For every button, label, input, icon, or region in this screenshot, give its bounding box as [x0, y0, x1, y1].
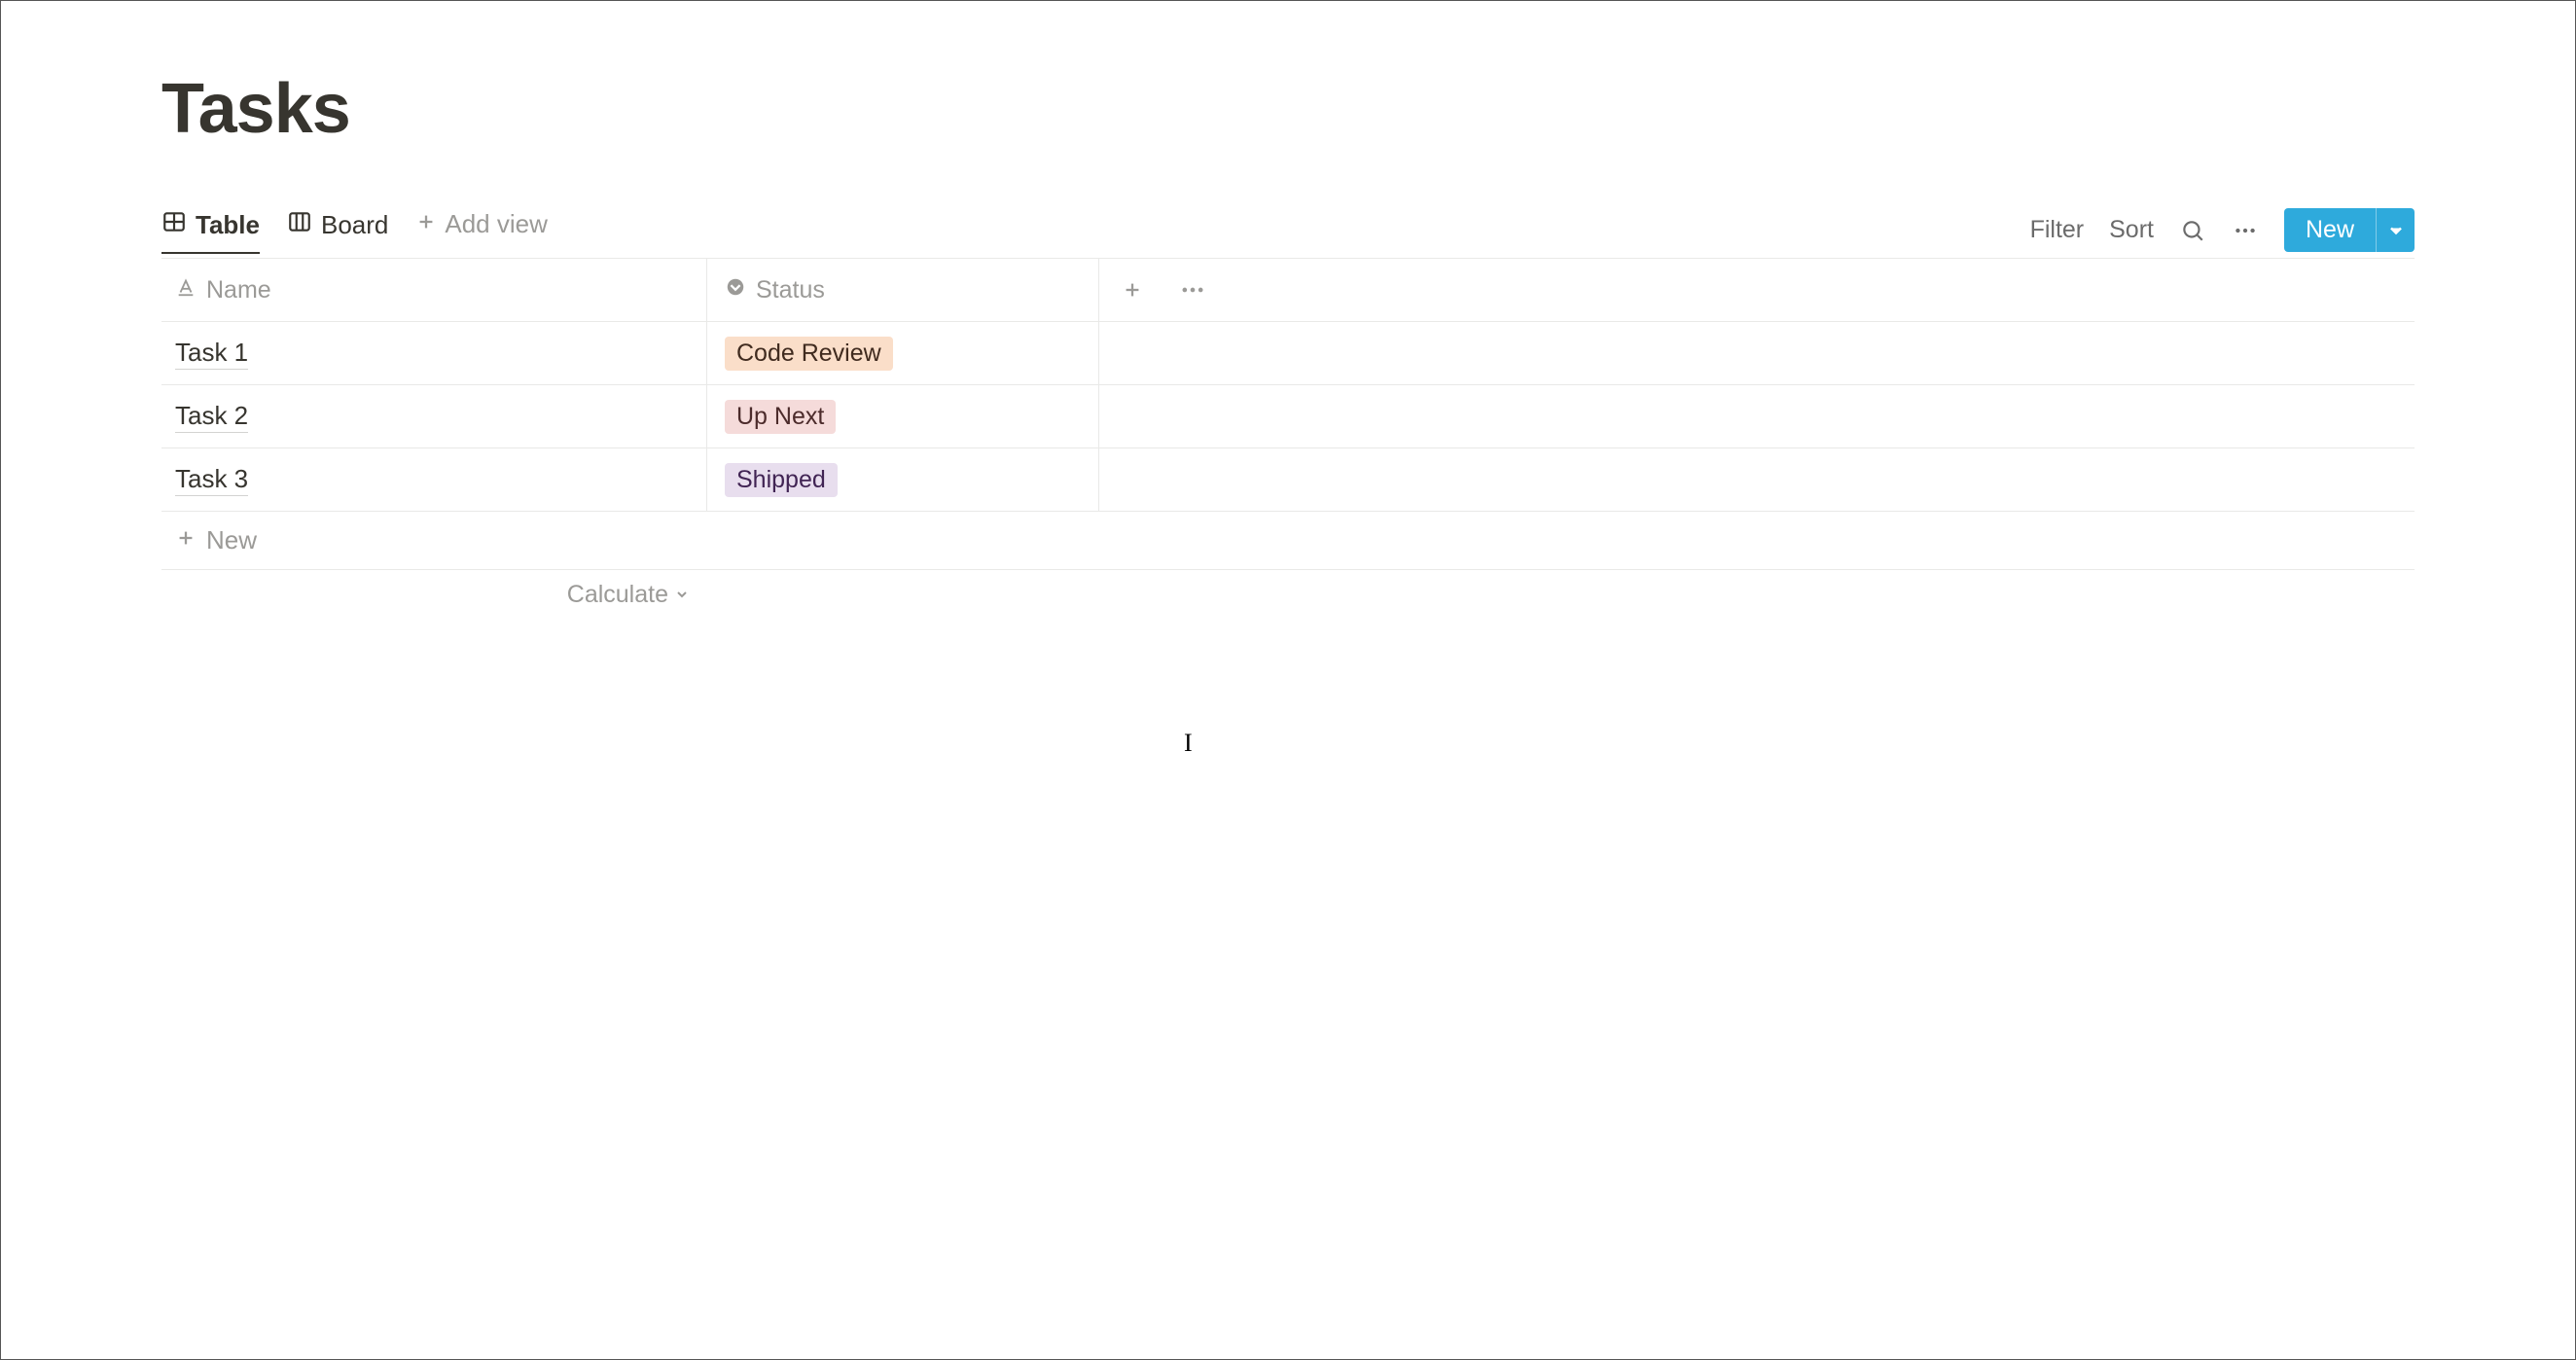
new-row-label: New: [206, 525, 257, 555]
chevron-down-icon: [674, 581, 690, 609]
column-status-label: Status: [756, 276, 825, 304]
search-icon[interactable]: [2179, 217, 2206, 244]
more-icon[interactable]: [2232, 217, 2259, 244]
page-title: Tasks: [161, 69, 2415, 149]
cell-name[interactable]: Task 2: [161, 385, 707, 447]
add-column-button[interactable]: [1119, 276, 1146, 304]
column-header-name[interactable]: Name: [161, 259, 707, 321]
add-view-label: Add view: [445, 209, 548, 239]
column-header-status[interactable]: Status: [707, 259, 1099, 321]
column-more-button[interactable]: [1179, 276, 1206, 304]
status-tag: Code Review: [725, 337, 893, 371]
tab-board[interactable]: Board: [287, 209, 388, 253]
cell-status[interactable]: Up Next: [707, 385, 1099, 447]
tab-table-label: Table: [196, 210, 260, 240]
tab-table[interactable]: Table: [161, 209, 260, 253]
table-icon: [161, 209, 187, 241]
filter-button[interactable]: Filter: [2030, 216, 2085, 244]
status-tag: Up Next: [725, 400, 836, 434]
calculate-button[interactable]: Calculate: [161, 581, 707, 609]
sort-button[interactable]: Sort: [2109, 216, 2154, 244]
cell-status[interactable]: Shipped: [707, 448, 1099, 511]
text-cursor-icon: I: [1184, 729, 1193, 758]
table-header-row: Name Status: [161, 259, 2415, 322]
board-icon: [287, 209, 312, 241]
database-table: Name Status: [161, 259, 2415, 619]
column-name-label: Name: [206, 276, 271, 304]
cell-name[interactable]: Task 1: [161, 322, 707, 384]
new-button[interactable]: New: [2284, 208, 2376, 252]
tab-board-label: Board: [321, 210, 388, 240]
new-dropdown-button[interactable]: [2376, 208, 2415, 252]
plus-icon: [175, 525, 197, 555]
calculate-label: Calculate: [567, 581, 668, 609]
cell-status[interactable]: Code Review: [707, 322, 1099, 384]
plus-icon: [415, 209, 437, 239]
table-row[interactable]: Task 1 Code Review: [161, 322, 2415, 385]
add-view-button[interactable]: Add view: [415, 209, 548, 251]
views-toolbar: Table Board Add view: [161, 202, 2415, 259]
table-row[interactable]: Task 2 Up Next: [161, 385, 2415, 448]
select-property-icon: [725, 276, 746, 304]
text-property-icon: [175, 276, 197, 304]
cell-name[interactable]: Task 3: [161, 448, 707, 511]
new-row-button[interactable]: New: [161, 512, 2415, 570]
status-tag: Shipped: [725, 463, 838, 497]
table-row[interactable]: Task 3 Shipped: [161, 448, 2415, 512]
